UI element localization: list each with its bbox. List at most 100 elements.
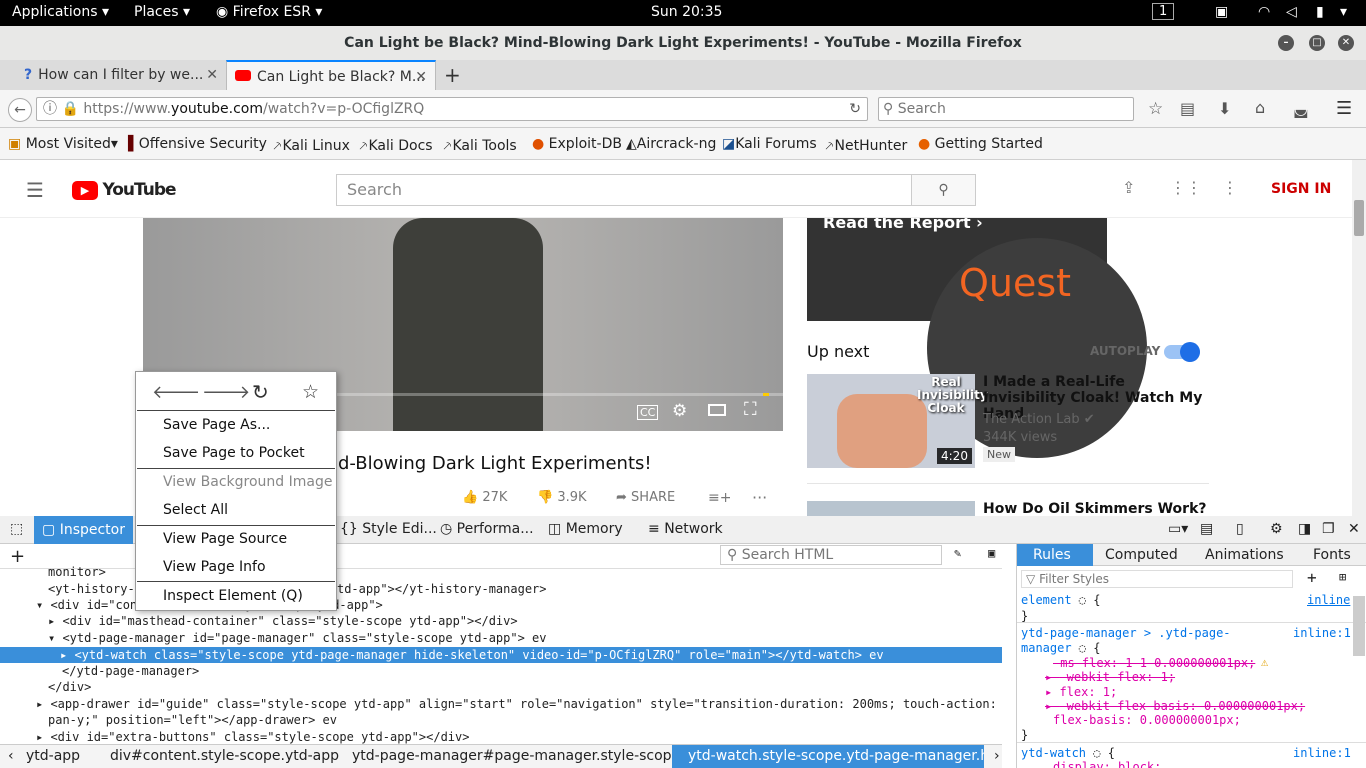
menu-save-page-as[interactable]: Save Page As... — [163, 417, 270, 433]
tab-animations[interactable]: Animations — [1205, 544, 1284, 566]
markup-line-selected[interactable]: ▸ <ytd-watch class="style-scope ytd-page… — [0, 647, 1002, 663]
fullscreen-icon[interactable]: ⛶ — [744, 399, 757, 420]
tab-inspector[interactable]: ▢ Inspector — [34, 516, 133, 544]
tab-filter[interactable]: ? How can I filter by we... ✕ — [16, 60, 226, 90]
reload-icon[interactable]: ↻ — [252, 380, 269, 404]
responsive-design-icon[interactable]: ▯ — [1236, 521, 1244, 537]
dislike-button[interactable]: 👎 3.9K — [537, 490, 587, 505]
workspace-indicator[interactable]: 1 — [1152, 3, 1175, 20]
apps-grid-icon[interactable]: ⋮⋮ — [1170, 178, 1202, 197]
close-window-button[interactable]: ✕ — [1338, 35, 1354, 51]
sidebar-toggle-icon[interactable]: ▣ — [988, 546, 995, 560]
dock-options-icon[interactable]: ▭▾ — [1168, 521, 1188, 537]
add-node-icon[interactable]: + — [10, 546, 25, 567]
breadcrumb-item[interactable]: ytd-app — [26, 745, 80, 767]
separate-window-icon[interactable]: ❐ — [1322, 521, 1335, 537]
menu-view-page-source[interactable]: View Page Source — [163, 531, 287, 547]
close-tab-icon[interactable]: ✕ — [415, 62, 427, 90]
youtube-search-input[interactable]: Search — [336, 174, 912, 206]
tab-fonts[interactable]: Fonts — [1313, 544, 1351, 566]
tab-style-editor[interactable]: {} Style Edi... — [340, 521, 437, 537]
chevron-down-icon[interactable]: ▾ — [1340, 4, 1347, 20]
settings-gear-icon[interactable]: ⚙ — [672, 401, 687, 421]
video-icon[interactable]: ▣ — [1215, 4, 1228, 20]
minimize-button[interactable]: – — [1278, 35, 1294, 51]
share-button[interactable]: ➦ SHARE — [616, 490, 675, 505]
scrollbar-thumb[interactable] — [1354, 200, 1364, 236]
markup-line[interactable]: ▾ <ytd-page-manager id="page-manager" cl… — [48, 630, 547, 646]
search-bar[interactable]: ⚲ Search — [878, 97, 1134, 121]
settings-dots-icon[interactable]: ⋮ — [1222, 178, 1238, 197]
back-button[interactable]: ← — [8, 98, 32, 122]
devtools-settings-icon[interactable]: ⚙ — [1270, 521, 1283, 537]
add-to-playlist-icon[interactable]: ≡+ — [708, 490, 731, 506]
filter-styles-input[interactable]: ▽ Filter Styles — [1021, 570, 1293, 588]
menu-view-background-image[interactable]: View Background Image — [163, 474, 333, 490]
reading-list-icon[interactable]: ▤ — [1180, 99, 1195, 118]
info-icon[interactable]: ⓘ — [37, 101, 57, 117]
bookmark-getting-started[interactable]: ● Getting Started — [918, 136, 1043, 152]
breadcrumb-item[interactable]: ytd-page-manager#page-manager.style-scop… — [352, 745, 685, 767]
sign-in-button[interactable]: SIGN IN — [1271, 181, 1331, 197]
tab-computed[interactable]: Computed — [1105, 544, 1178, 566]
bookmark-kali-linux[interactable]: ⸕Kali Linux — [272, 136, 350, 155]
bookmark-offensive-security[interactable]: ▌Offensive Security — [128, 136, 267, 152]
tab-performance[interactable]: ◷ Performa... — [440, 521, 534, 537]
close-tab-icon[interactable]: ✕ — [206, 60, 218, 90]
tab-memory[interactable]: ◫ Memory — [548, 521, 623, 537]
ad-banner[interactable]: Read the Report › Quest — [807, 218, 1147, 458]
back-arrow-icon[interactable]: 🡐 — [152, 382, 200, 403]
rec-thumbnail[interactable]: Real Invisibility Cloak 4:20 — [807, 374, 988, 468]
places-menu[interactable]: Places ▾ — [134, 4, 190, 20]
pseudo-class-icon[interactable]: ⊞ — [1339, 570, 1346, 584]
volume-icon[interactable]: ◁ — [1286, 4, 1297, 20]
menu-inspect-element[interactable]: Inspect Element (Q) — [163, 588, 303, 604]
bookmark-kali-tools[interactable]: ⸕Kali Tools — [442, 136, 517, 155]
tab-network[interactable]: ≡ Network — [648, 521, 723, 537]
youtube-search-button[interactable]: ⚲ — [911, 174, 976, 206]
like-button[interactable]: 👍 27K — [462, 490, 507, 505]
autoplay-toggle[interactable] — [1164, 342, 1200, 362]
bookmark-aircrack[interactable]: ◭Aircrack-ng — [626, 136, 716, 152]
breadcrumb-item[interactable]: div#content.style-scope.ytd-app — [110, 745, 339, 767]
bookmark-most-visited[interactable]: ▣ Most Visited▾ — [8, 136, 118, 152]
rec-channel[interactable]: The Action Lab ✔ — [983, 412, 1095, 427]
markup-line[interactable]: monitor> — [48, 564, 106, 580]
new-tab-button[interactable]: + — [444, 60, 461, 90]
markup-line[interactable]: </div> — [48, 679, 91, 695]
eyedropper-icon[interactable]: ✎ — [954, 546, 961, 560]
tab-youtube[interactable]: Can Light be Black? M... ✕ — [226, 60, 436, 90]
theater-mode-icon[interactable] — [708, 404, 726, 416]
menu-save-to-pocket[interactable]: Save Page to Pocket — [163, 445, 305, 461]
rec-thumbnail[interactable] — [807, 501, 975, 516]
bookmark-kali-forums[interactable]: ◪Kali Forums — [722, 136, 817, 152]
page-scrollbar[interactable] — [1352, 160, 1366, 516]
hamburger-menu-icon[interactable]: ☰ — [1336, 98, 1352, 119]
youtube-logo[interactable]: ▶ YouTube — [72, 180, 177, 200]
url-bar[interactable]: ⓘ 🔒 https://www.youtube.com/watch?v=p-OC… — [36, 97, 868, 121]
search-html-input[interactable]: ⚲ Search HTML — [720, 545, 942, 565]
split-console-icon[interactable]: ▤ — [1200, 521, 1213, 537]
more-actions-icon[interactable]: ··· — [752, 488, 767, 507]
dock-side-icon[interactable]: ◨ — [1298, 521, 1311, 537]
clock[interactable]: Sun 20:35 — [651, 4, 722, 20]
add-rule-icon[interactable]: + — [1307, 568, 1317, 587]
breadcrumb-right-arrow-icon[interactable]: › — [994, 745, 1000, 767]
reload-icon[interactable]: ↻ — [849, 98, 861, 120]
forward-arrow-icon[interactable]: 🡒 — [202, 382, 250, 403]
captions-icon[interactable]: CC — [637, 405, 659, 420]
breadcrumb-left-arrow-icon[interactable]: ‹ — [8, 745, 14, 767]
close-devtools-icon[interactable]: ✕ — [1348, 521, 1360, 537]
markup-line[interactable]: </ytd-page-manager> — [62, 663, 199, 679]
download-icon[interactable]: ⬇ — [1218, 99, 1231, 118]
markup-line[interactable]: ▸ <div id="masthead-container" class="st… — [48, 613, 518, 629]
wifi-icon[interactable]: ◠ — [1258, 4, 1270, 20]
markup-line[interactable]: ▸ <div id="extra-buttons" class="style-s… — [36, 729, 469, 745]
markup-line[interactable]: pan-y;" position="left"></app-drawer> ev — [48, 712, 337, 728]
pocket-icon[interactable]: ◛ — [1293, 99, 1309, 118]
rec-title[interactable]: How Do Oil Skimmers Work? — [983, 501, 1207, 516]
guide-menu-icon[interactable]: ☰ — [26, 178, 44, 202]
bookmark-kali-docs[interactable]: ⸕Kali Docs — [358, 136, 433, 155]
rules-scrollbar[interactable] — [1353, 596, 1365, 656]
bookmark-exploit-db[interactable]: ● Exploit-DB — [532, 136, 622, 152]
